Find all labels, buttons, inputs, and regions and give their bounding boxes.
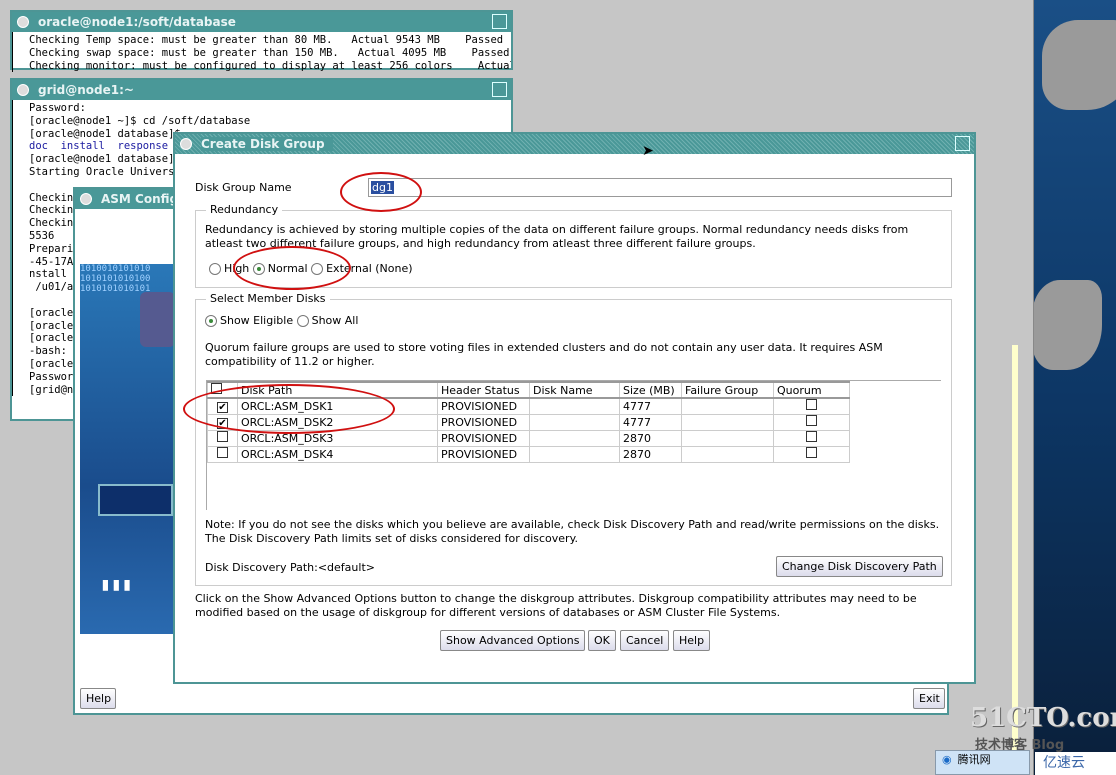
disk-name-cell	[529, 429, 620, 447]
terminal-line: [oracle@node1 ~]$ cd /soft/database	[29, 114, 251, 127]
maximize-icon[interactable]	[492, 82, 507, 97]
window-title: grid@node1:~	[38, 83, 134, 97]
title-bar[interactable]: Create Disk Group	[175, 134, 974, 154]
desktop-wallpaper	[1032, 0, 1116, 775]
map-landmass	[1032, 280, 1102, 370]
annotation-circle	[340, 172, 422, 212]
terminal-line: Password:	[29, 102, 86, 114]
help-button[interactable]: Help	[673, 630, 711, 651]
header-status-cell: PROVISIONED	[437, 429, 530, 447]
row-checkbox[interactable]	[207, 429, 238, 447]
failure-group-cell	[681, 397, 774, 415]
terminal-line: Checking Temp space: must be greater tha…	[29, 34, 504, 46]
banner-text: 1010010101010	[80, 264, 151, 274]
group-title: Redundancy	[206, 203, 283, 216]
disk-name-cell	[529, 445, 620, 463]
table-row[interactable]: ORCL:ASM_DSK4 PROVISIONED 2870	[207, 445, 850, 463]
database-icon	[140, 292, 175, 347]
radio-show-eligible[interactable]: Show Eligible	[205, 314, 293, 327]
watermark-logo: 51CTO.com	[970, 703, 1116, 733]
disk-group-name-label: Disk Group Name	[195, 181, 292, 194]
terminal-output[interactable]: Checking Temp space: must be greater tha…	[12, 32, 511, 73]
header-status-cell: PROVISIONED	[437, 397, 530, 415]
window-menu-icon[interactable]	[180, 138, 192, 150]
disk-name-cell	[529, 397, 620, 415]
radio-label: Show All	[311, 314, 359, 327]
terminal-line: Checking monitor: must be configured to …	[29, 59, 511, 72]
window-menu-icon[interactable]	[17, 84, 29, 96]
annotation-circle	[183, 384, 395, 434]
cancel-button[interactable]: Cancel	[620, 630, 670, 651]
column-header[interactable]: Disk Name	[529, 381, 620, 399]
quorum-checkbox[interactable]	[773, 413, 850, 431]
ok-button[interactable]: OK	[588, 630, 616, 651]
size-cell: 2870	[619, 429, 682, 447]
size-cell: 4777	[619, 413, 682, 431]
select-member-disks-group: Select Member Disks Show Eligible Show A…	[195, 292, 952, 586]
radio-show-all[interactable]: Show All	[296, 314, 359, 327]
maximize-icon[interactable]	[492, 14, 507, 29]
quorum-checkbox[interactable]	[773, 445, 850, 463]
terminal-line: Checking swap space: must be greater tha…	[29, 46, 510, 59]
disk-path-cell: ORCL:ASM_DSK4	[237, 445, 438, 463]
group-title: Select Member Disks	[206, 292, 330, 305]
size-cell: 2870	[619, 445, 682, 463]
exit-button[interactable]: Exit	[913, 688, 945, 709]
browser-icon: ◉	[942, 753, 952, 766]
window-menu-icon[interactable]	[80, 193, 92, 205]
brand-text: 亿速云	[1043, 755, 1085, 771]
discovery-note: Note: If you do not see the disks which …	[205, 518, 940, 545]
header-status-cell: PROVISIONED	[437, 413, 530, 431]
window-menu-icon[interactable]	[17, 16, 29, 28]
title-bar[interactable]: oracle@node1:/soft/database	[12, 12, 511, 32]
window-title: oracle@node1:/soft/database	[38, 15, 236, 29]
mouse-cursor: ➤	[642, 143, 654, 159]
advanced-options-description: Click on the Show Advanced Options butto…	[195, 592, 917, 619]
annotation-circle	[233, 246, 351, 290]
banner-text: 1010101010100	[80, 274, 151, 284]
maximize-icon[interactable]	[955, 136, 970, 151]
failure-group-cell	[681, 413, 774, 431]
disk-filter-options: Show Eligible Show All	[205, 314, 358, 327]
taskbar-label: 腾讯网	[957, 753, 991, 766]
map-landmass	[1042, 20, 1116, 110]
column-header[interactable]: Size (MB)	[619, 381, 682, 399]
column-header[interactable]: Header Status	[437, 381, 530, 399]
discovery-path-label: Disk Discovery Path:<default>	[205, 561, 375, 574]
brand-watermark: 亿速云	[1035, 752, 1116, 775]
disk-group-name-input[interactable]: dg1	[368, 178, 952, 197]
failure-group-cell	[681, 445, 774, 463]
column-header[interactable]: Quorum	[773, 381, 850, 399]
terminal-window-oracle[interactable]: oracle@node1:/soft/database Checking Tem…	[10, 10, 513, 73]
column-header[interactable]: Failure Group	[681, 381, 774, 399]
disk-array-icon	[98, 484, 173, 516]
asm-help-button[interactable]: Help	[80, 688, 116, 709]
quorum-checkbox[interactable]	[773, 397, 850, 415]
size-cell: 4777	[619, 397, 682, 415]
taskbar-item[interactable]: ◉ 腾讯网	[935, 750, 1030, 775]
quorum-checkbox[interactable]	[773, 429, 850, 447]
asm-banner-image: 1010010101010 1010101010100 101010101010…	[80, 264, 175, 634]
window-title: Create Disk Group	[201, 137, 333, 151]
failure-group-cell	[681, 429, 774, 447]
create-disk-group-dialog[interactable]: Create Disk Group Disk Group Name dg1 Re…	[173, 132, 976, 684]
show-advanced-options-button[interactable]: Show Advanced Options	[440, 630, 586, 651]
header-status-cell: PROVISIONED	[437, 445, 530, 463]
disk-name-cell	[529, 413, 620, 431]
change-discovery-path-button[interactable]: Change Disk Discovery Path	[776, 556, 943, 577]
quorum-description: Quorum failure groups are used to store …	[205, 341, 883, 368]
row-checkbox[interactable]	[207, 445, 238, 463]
radio-label: Show Eligible	[220, 314, 294, 327]
title-bar[interactable]: grid@node1:~	[12, 80, 511, 100]
disks-icon: ▮▮▮	[100, 574, 133, 595]
